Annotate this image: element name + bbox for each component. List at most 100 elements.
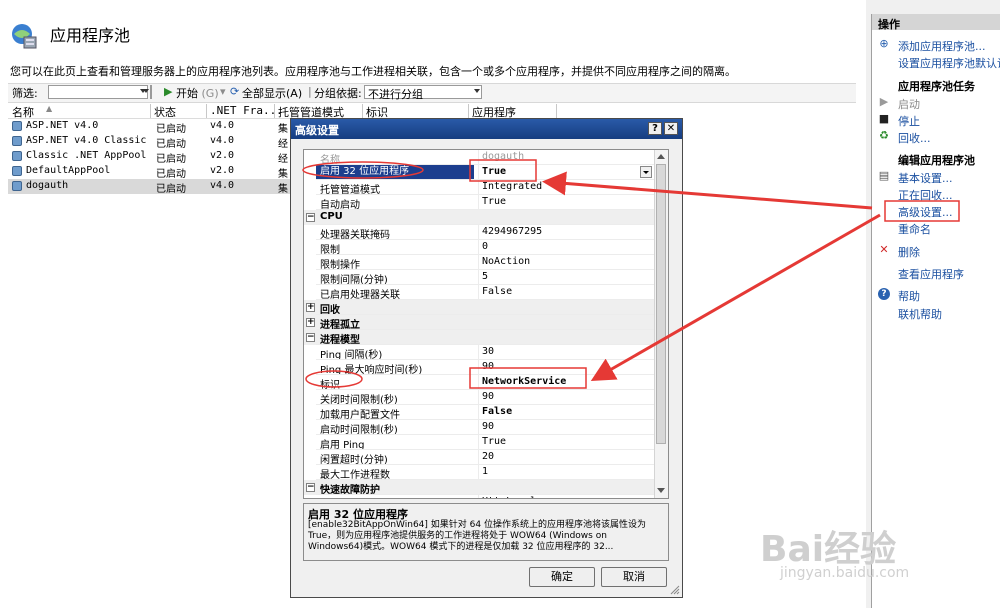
advanced-settings-link[interactable]: 高级设置... <box>898 204 953 220</box>
property-value[interactable]: Integrated <box>482 181 542 192</box>
property-row[interactable]: 名称 dogauth <box>304 150 656 166</box>
property-value[interactable]: False <box>482 406 512 417</box>
table-row[interactable]: Classic .NET AppPool 已启动 v2.0 经 <box>8 149 298 165</box>
collapse-icon[interactable]: − <box>306 483 315 492</box>
help-link[interactable]: 帮助 <box>898 288 920 304</box>
property-row[interactable]: 限制间隔(分钟) 5 <box>304 270 656 286</box>
recycle-link[interactable]: 回收... <box>898 130 931 146</box>
cancel-button[interactable]: 取消 <box>601 567 667 587</box>
col-name[interactable]: 名称 <box>12 104 34 120</box>
pool-icon <box>12 136 22 146</box>
property-row[interactable]: 关闭时间限制(秒) 90 <box>304 390 656 406</box>
set-defaults-link[interactable]: 设置应用程序池默认设置... <box>898 55 1000 71</box>
property-grid-scrollbar[interactable] <box>654 150 668 498</box>
pool-icon <box>12 166 22 176</box>
collapse-icon[interactable]: − <box>306 333 315 342</box>
property-value[interactable]: 90 <box>482 391 494 402</box>
property-value[interactable]: True <box>482 436 506 447</box>
expand-icon[interactable]: + <box>306 318 315 327</box>
pool-pipeline: 经 <box>278 139 288 150</box>
property-row[interactable]: 加载用户配置文件 False <box>304 405 656 421</box>
property-value[interactable]: True <box>482 196 506 207</box>
property-value[interactable]: 5 <box>482 271 488 282</box>
property-category[interactable]: − CPU <box>304 210 656 225</box>
property-value[interactable]: False <box>482 286 512 297</box>
rename-link[interactable]: 重命名 <box>898 221 931 237</box>
property-row[interactable]: 启用 32 位应用程序 True <box>304 165 656 180</box>
view-apps-link[interactable]: 查看应用程序 <box>898 266 964 282</box>
property-row[interactable]: Ping 最大响应时间(秒) 90 <box>304 360 656 376</box>
scroll-down-icon[interactable] <box>657 488 665 493</box>
stop-link[interactable]: 停止 <box>898 113 920 129</box>
scroll-thumb[interactable] <box>656 164 666 444</box>
table-row[interactable]: ASP.NET v4.0 Classic 已启动 v4.0 经 <box>8 134 298 150</box>
pool-name: ASP.NET v4.0 <box>26 120 99 131</box>
online-help-link[interactable]: 联机帮助 <box>898 306 942 322</box>
property-row[interactable]: 自动启动 True <box>304 195 656 211</box>
show-all-button[interactable]: 全部显示(A) <box>242 85 302 101</box>
property-value[interactable]: 20 <box>482 451 494 462</box>
basic-settings-link[interactable]: 基本设置... <box>898 170 953 186</box>
property-row[interactable]: 启动时间限制(秒) 90 <box>304 420 656 436</box>
group-by-select[interactable]: 不进行分组 <box>364 85 482 101</box>
property-row[interactable]: 闲置超时(分钟) 20 <box>304 450 656 466</box>
toolbar-separator: | <box>308 85 312 98</box>
recycling-link[interactable]: 正在回收... <box>898 187 953 203</box>
filter-label: 筛选: <box>12 87 38 100</box>
scroll-up-icon[interactable] <box>657 154 665 159</box>
filter-toolbar: 筛选: ▶ 开始 (G) ▾ ⟳ 全部显示(A) | 分组依据: 不进行分组 <box>8 83 856 103</box>
table-row[interactable]: ASP.NET v4.0 已启动 v4.0 集 <box>8 119 298 135</box>
property-category[interactable]: + 进程孤立 <box>304 315 656 331</box>
dialog-close-button[interactable]: ✕ <box>664 122 678 135</box>
property-row[interactable]: 已启用处理器关联 False <box>304 285 656 301</box>
property-value[interactable]: 30 <box>482 346 494 357</box>
property-value[interactable]: NoAction <box>482 256 530 267</box>
property-value[interactable]: NetworkService <box>482 376 566 387</box>
resize-grip-icon[interactable] <box>670 585 680 595</box>
property-value[interactable]: 1 <box>482 466 488 477</box>
property-row[interactable]: 处理器关联掩码 4294967295 <box>304 225 656 241</box>
pool-name: dogauth <box>26 180 69 191</box>
value-divider <box>478 360 479 375</box>
property-row[interactable]: Ping 间隔(秒) 30 <box>304 345 656 361</box>
value-divider <box>478 405 479 420</box>
property-row[interactable]: 标识 NetworkService <box>304 375 656 391</box>
property-value[interactable]: HttpLevel <box>482 496 536 498</box>
property-row[interactable]: 最大工作进程数 1 <box>304 465 656 481</box>
help-icon: ? <box>878 288 890 300</box>
property-value[interactable]: 0 <box>482 241 488 252</box>
expand-icon[interactable]: + <box>306 303 315 312</box>
col-status[interactable]: 状态 <box>154 104 176 120</box>
tasks-section-title: 应用程序池任务 <box>898 80 975 93</box>
col-net[interactable]: .NET Fra... <box>210 104 283 117</box>
property-value[interactable]: 90 <box>482 361 494 372</box>
value-dropdown-icon[interactable] <box>640 166 652 178</box>
table-row[interactable]: DefaultAppPool 已启动 v2.0 集 <box>8 164 298 180</box>
property-value[interactable]: 90 <box>482 421 494 432</box>
description-text: [enable32BitAppOnWin64] 如果针对 64 位操作系统上的应… <box>308 520 646 552</box>
start-button[interactable]: 开始 (G) <box>176 85 219 101</box>
property-category[interactable]: − 进程模型 <box>304 330 656 346</box>
property-category[interactable]: − 快速故障防护 <box>304 480 656 496</box>
add-pool-link[interactable]: 添加应用程序池... <box>898 38 986 54</box>
property-row[interactable]: 限制 0 <box>304 240 656 256</box>
pool-icon <box>12 151 22 161</box>
property-row[interactable]: 托管管道模式 Integrated <box>304 180 656 196</box>
start-icon: ▶ <box>879 95 889 108</box>
start-link[interactable]: 启动 <box>898 96 920 112</box>
delete-link[interactable]: 删除 <box>898 244 920 260</box>
start-dropdown-icon[interactable]: ▾ <box>220 85 226 98</box>
dialog-help-button[interactable]: ? <box>648 122 662 135</box>
filter-dropdown-button[interactable] <box>143 85 152 99</box>
property-row[interactable]: 启用 Ping True <box>304 435 656 451</box>
ok-button[interactable]: 确定 <box>529 567 595 587</box>
table-row[interactable]: dogauth 已启动 v4.0 集 <box>8 179 298 195</box>
property-row[interactable]: “服务不可用”响应类型 HttpLevel <box>304 495 656 498</box>
filter-input[interactable] <box>48 85 148 99</box>
property-value[interactable]: True <box>482 166 506 177</box>
property-row[interactable]: 限制操作 NoAction <box>304 255 656 271</box>
property-value[interactable]: dogauth <box>482 151 524 162</box>
property-category[interactable]: + 回收 <box>304 300 656 316</box>
property-value[interactable]: 4294967295 <box>482 226 542 237</box>
collapse-icon[interactable]: − <box>306 213 315 222</box>
